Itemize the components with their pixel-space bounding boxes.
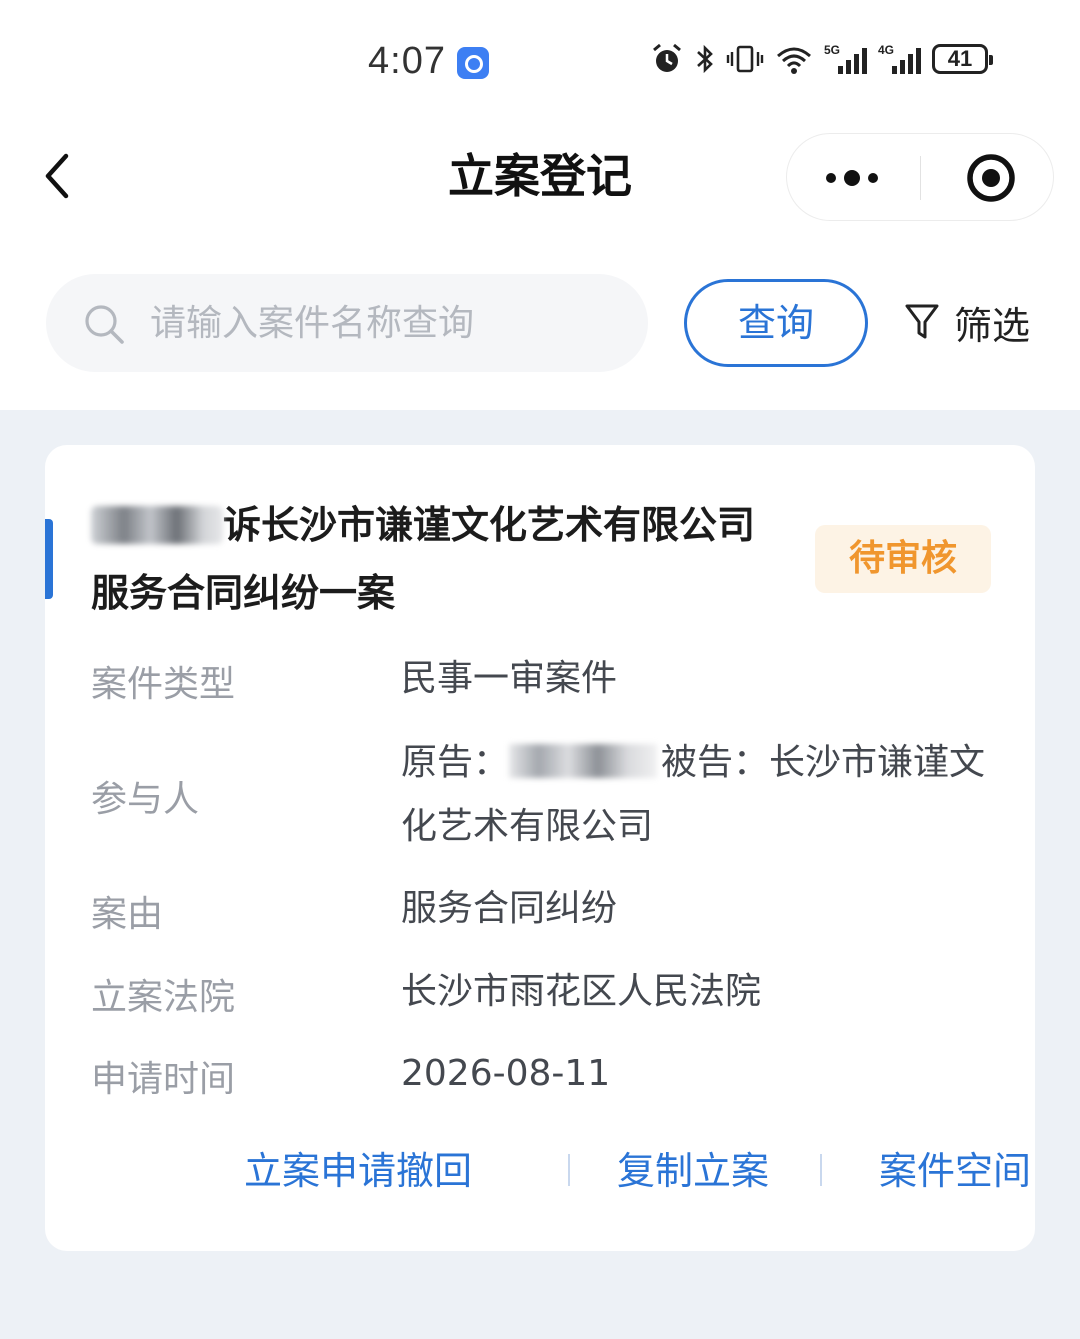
status-icons: 5G 4G 41 xyxy=(650,42,993,76)
case-actions: 立案申请撤回 复制立案 案件空间 xyxy=(91,1140,1031,1200)
query-button[interactable]: 查询 xyxy=(684,279,868,367)
card-accent-bar xyxy=(45,519,53,599)
close-mini-program-button[interactable] xyxy=(921,134,1054,220)
copy-case-link[interactable]: 复制立案 xyxy=(617,1140,769,1195)
app-notification-icon xyxy=(457,47,489,79)
court-value: 长沙市雨花区人民法院 xyxy=(401,971,762,1012)
more-options-button[interactable] xyxy=(787,134,920,220)
signal-4g-icon: 4G xyxy=(878,43,921,74)
wifi-icon xyxy=(777,47,811,74)
case-card[interactable]: 诉长沙市谦谨文化艺术有限公司服务合同纠纷一案 待审核 案件类型 民事一审案件 参… xyxy=(45,445,1035,1251)
mini-program-capsule xyxy=(786,133,1054,221)
redacted-plaintiff-name xyxy=(91,506,223,544)
search-bar[interactable] xyxy=(46,274,648,372)
case-space-link[interactable]: 案件空间 xyxy=(879,1140,1031,1195)
cause-value: 服务合同纠纷 xyxy=(401,888,618,929)
case-type-label: 案件类型 xyxy=(91,664,236,705)
apply-time-label: 申请时间 xyxy=(91,1059,236,1100)
search-input[interactable] xyxy=(150,296,620,350)
participants-label: 参与人 xyxy=(91,779,200,820)
action-divider xyxy=(568,1154,570,1186)
bluetooth-icon xyxy=(697,44,713,74)
page-title: 立案登记 xyxy=(448,149,632,203)
filter-label: 筛选 xyxy=(954,303,1031,348)
case-type-value: 民事一审案件 xyxy=(401,658,618,699)
signal-4g-label: 4G xyxy=(878,43,894,57)
action-divider xyxy=(820,1154,822,1186)
filter-button[interactable]: 筛选 xyxy=(904,294,1030,350)
court-label: 立案法院 xyxy=(91,977,236,1018)
status-time: 4:07 xyxy=(368,40,446,82)
participants-value: 原告： 被告：长沙市谦谨文化艺术有限公司 xyxy=(401,731,1001,859)
status-badge: 待审核 xyxy=(815,525,991,593)
signal-5g-icon: 5G xyxy=(824,43,867,74)
defendant-label: 被告： xyxy=(661,742,770,783)
filter-icon xyxy=(905,304,939,339)
cause-label: 案由 xyxy=(91,894,164,935)
battery-indicator: 41 xyxy=(932,44,993,74)
redacted-plaintiff xyxy=(509,744,658,778)
withdraw-application-link[interactable]: 立案申请撤回 xyxy=(244,1140,472,1195)
plaintiff-label: 原告： xyxy=(401,742,510,783)
vibrate-icon xyxy=(726,45,764,73)
header-area: 4:07 5G 4G 41 立案登记 请输入案件名称查询 查询 筛选 xyxy=(0,0,1080,410)
alarm-icon xyxy=(653,43,681,72)
back-button[interactable] xyxy=(36,148,80,204)
case-title: 诉长沙市谦谨文化艺术有限公司服务合同纠纷一案 xyxy=(91,491,781,627)
signal-5g-label: 5G xyxy=(824,43,840,57)
search-icon xyxy=(85,305,124,344)
apply-time-value: 2026-08-11 xyxy=(401,1053,611,1094)
